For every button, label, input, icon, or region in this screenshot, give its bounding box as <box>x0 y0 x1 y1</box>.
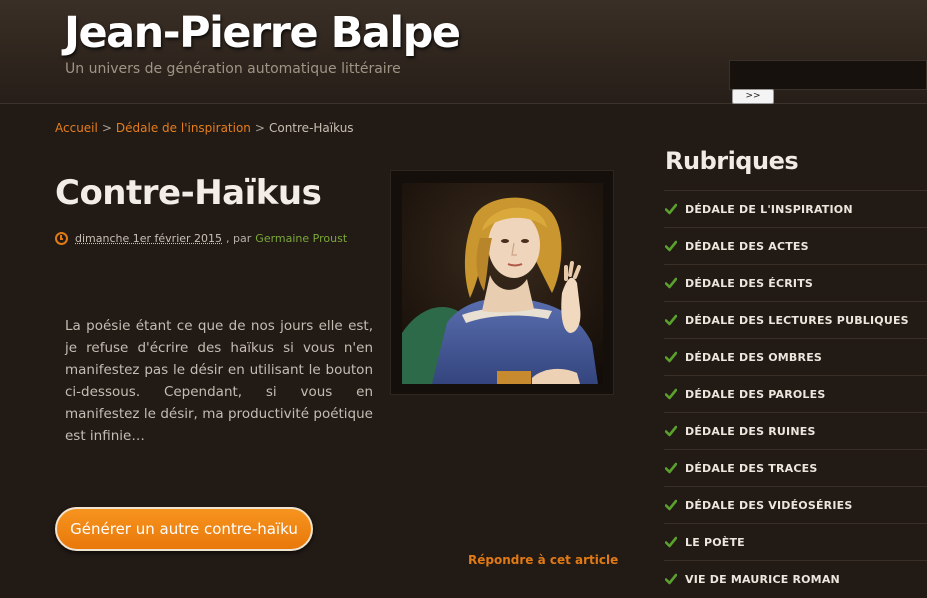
sidebar-item-le-poete[interactable]: LE POÈTE <box>664 523 927 560</box>
check-icon <box>665 388 677 400</box>
check-icon <box>665 462 677 474</box>
site-header: Jean-Pierre Balpe Un univers de générati… <box>0 0 927 104</box>
portrait-image <box>402 183 603 384</box>
sidebar-item-label: DÉDALE DES VIDÉOSÉRIES <box>685 498 853 512</box>
sidebar-item-label: LE POÈTE <box>685 535 745 549</box>
sidebar-item-label: DÉDALE DES OMBRES <box>685 350 823 364</box>
sidebar-item-label: DÉDALE DES LECTURES PUBLIQUES <box>685 313 909 327</box>
article-image-frame <box>390 170 614 395</box>
sidebar-item-videoseries[interactable]: DÉDALE DES VIDÉOSÉRIES <box>664 486 927 523</box>
check-icon <box>665 203 677 215</box>
check-icon <box>665 425 677 437</box>
breadcrumb-separator: > <box>101 121 112 135</box>
post-date: dimanche 1er février 2015 <box>75 232 223 245</box>
breadcrumb-separator: > <box>254 121 265 135</box>
site-title[interactable]: Jean-Pierre Balpe <box>64 8 461 58</box>
search-input[interactable] <box>729 60 927 90</box>
sidebar-item-label: DÉDALE DES ÉCRITS <box>685 276 814 290</box>
sidebar-item-traces[interactable]: DÉDALE DES TRACES <box>664 449 927 486</box>
article-title: Contre-Haïkus <box>55 173 322 213</box>
sidebar-item-label: DÉDALE DES RUINES <box>685 424 816 438</box>
check-icon <box>665 499 677 511</box>
sidebar-item-label: DÉDALE DE L'INSPIRATION <box>685 202 853 216</box>
reply-link[interactable]: Répondre à cet article <box>468 553 618 567</box>
breadcrumb: Accueil > Dédale de l'inspiration > Contre-H… <box>55 121 354 135</box>
check-icon <box>665 351 677 363</box>
sidebar-item-label: DÉDALE DES ACTES <box>685 239 809 253</box>
sidebar-item-ecrits[interactable]: DÉDALE DES ÉCRITS <box>664 264 927 301</box>
site-tagline: Un univers de génération automatique lit… <box>65 61 401 77</box>
sidebar-item-lectures-publiques[interactable]: DÉDALE DES LECTURES PUBLIQUES <box>664 301 927 338</box>
sidebar-item-paroles[interactable]: DÉDALE DES PAROLES <box>664 375 927 412</box>
sidebar-item-maurice-roman[interactable]: VIE DE MAURICE ROMAN <box>664 560 927 597</box>
check-icon <box>665 573 677 585</box>
check-icon <box>665 314 677 326</box>
sidebar-item-label: VIE DE MAURICE ROMAN <box>685 572 840 586</box>
generate-haiku-button[interactable]: Générer un autre contre-haïku <box>55 507 313 551</box>
breadcrumb-home[interactable]: Accueil <box>55 121 98 135</box>
check-icon <box>665 536 677 548</box>
sidebar-item-actes[interactable]: DÉDALE DES ACTES <box>664 227 927 264</box>
sidebar-item-label: DÉDALE DES TRACES <box>685 461 818 475</box>
search-button[interactable]: >> <box>732 89 774 104</box>
clock-icon <box>55 232 68 245</box>
post-by-label: , par <box>226 232 252 245</box>
sidebar-item-ruines[interactable]: DÉDALE DES RUINES <box>664 412 927 449</box>
post-author-link[interactable]: Germaine Proust <box>255 232 347 245</box>
sidebar-title: Rubriques <box>665 147 799 175</box>
sidebar-item-ombres[interactable]: DÉDALE DES OMBRES <box>664 338 927 375</box>
sidebar-category-list: DÉDALE DE L'INSPIRATION DÉDALE DES ACTES… <box>664 190 927 597</box>
article-body: La poésie étant ce que de nos jours elle… <box>65 318 373 444</box>
breadcrumb-section[interactable]: Dédale de l'inspiration <box>116 121 251 135</box>
check-icon <box>665 240 677 252</box>
post-meta: dimanche 1er février 2015 , par Germaine… <box>55 232 347 245</box>
sidebar-item-label: DÉDALE DES PAROLES <box>685 387 826 401</box>
breadcrumb-current: Contre-Haïkus <box>268 121 354 135</box>
sidebar-item-inspiration[interactable]: DÉDALE DE L'INSPIRATION <box>664 190 927 227</box>
check-icon <box>665 277 677 289</box>
